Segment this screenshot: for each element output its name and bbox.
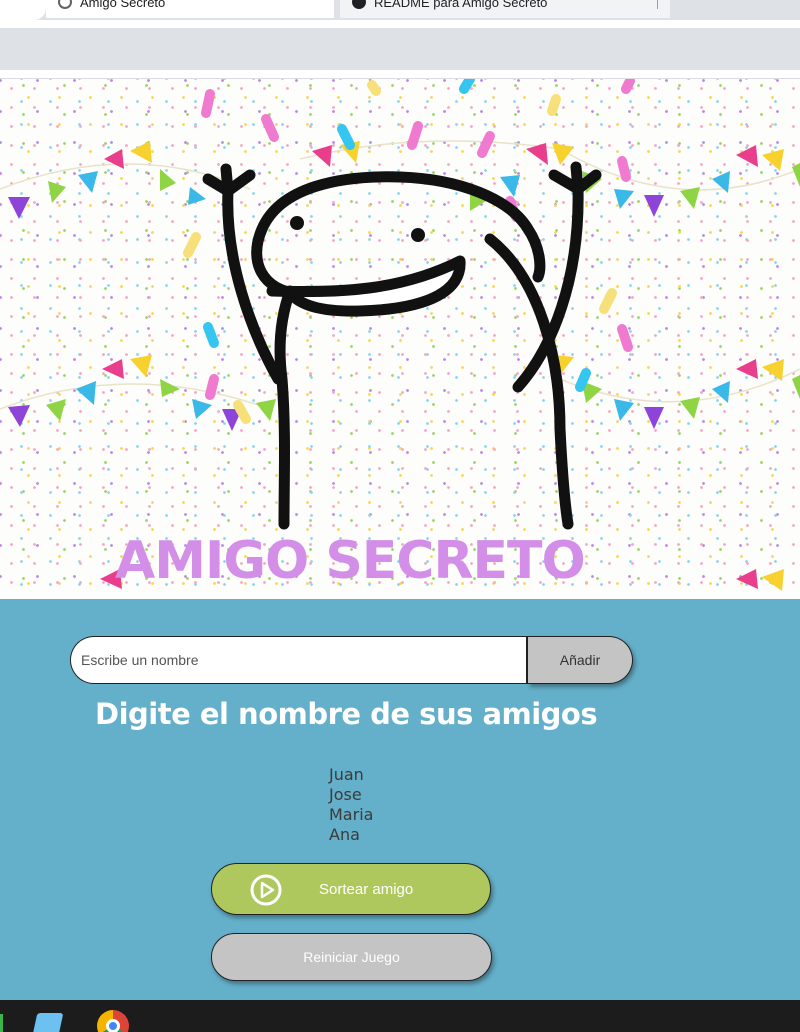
reset-game-button[interactable]: Reiniciar Juego (211, 933, 492, 981)
name-input-group: Añadir (70, 636, 633, 684)
draw-friend-label: Sortear amigo (319, 881, 414, 898)
draw-friend-button[interactable]: Sortear amigo (211, 863, 491, 915)
globe-icon (58, 0, 72, 9)
list-item: Juan (329, 765, 364, 784)
app-icon[interactable] (32, 1013, 64, 1032)
github-icon (352, 0, 366, 9)
party-illustration (0, 79, 800, 591)
tab-label: Amigo Secreto (80, 0, 166, 10)
tab-separator (657, 0, 658, 9)
hero-banner: AMIGO SECRETO (0, 79, 800, 599)
list-item: Jose (329, 785, 362, 804)
name-input[interactable] (70, 636, 528, 684)
flork-character (202, 161, 602, 530)
tab-amigo-secreto[interactable]: Amigo Secreto (46, 0, 334, 18)
chrome-icon[interactable] (97, 1010, 129, 1032)
tab-label: README para Amigo Secreto (374, 0, 548, 10)
page-title: AMIGO SECRETO (115, 531, 586, 591)
bunting-flags (8, 141, 800, 591)
section-title: Digite el nombre de sus amigos (95, 697, 598, 731)
friends-list: Juan Jose Maria Ana (329, 765, 373, 845)
list-item: Maria (329, 805, 374, 824)
flork-eyes (290, 216, 425, 242)
tab-readme[interactable]: README para Amigo Secreto (340, 0, 670, 18)
list-item: Ana (329, 825, 360, 844)
main-panel: Añadir Digite el nombre de sus amigos Ju… (0, 599, 800, 1000)
taskbar (0, 1000, 800, 1032)
add-button[interactable]: Añadir (528, 636, 633, 684)
address-bar[interactable] (0, 28, 800, 70)
play-circle-icon (250, 874, 282, 906)
browser-tab-bar: Amigo Secreto README para Amigo Secreto (0, 0, 800, 20)
taskbar-indicator (0, 1014, 3, 1032)
